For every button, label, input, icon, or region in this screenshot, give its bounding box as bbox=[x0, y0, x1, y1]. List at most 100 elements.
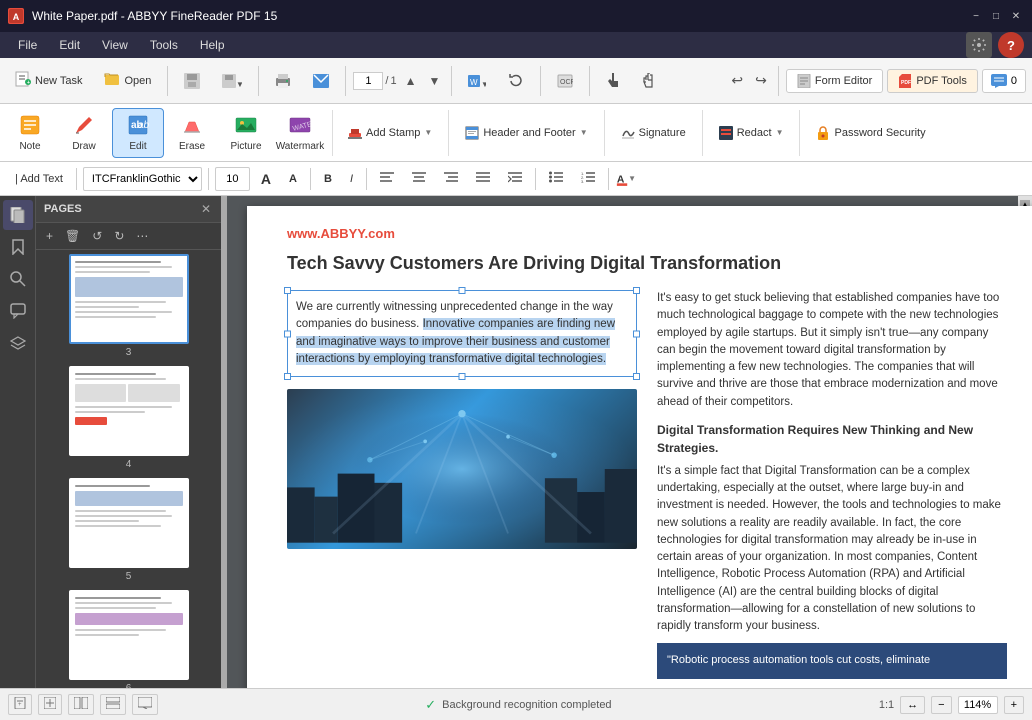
hand-tool[interactable] bbox=[597, 63, 629, 99]
zoom-out-btn[interactable]: − bbox=[931, 696, 951, 714]
section-heading: Digital Transformation Requires New Thin… bbox=[657, 421, 1007, 457]
menu-file[interactable]: File bbox=[8, 35, 47, 55]
save-as-button[interactable]: ▼ bbox=[213, 63, 251, 99]
watermark-tool[interactable]: WATER Watermark bbox=[274, 108, 326, 158]
handle-bl[interactable] bbox=[284, 373, 291, 380]
save-button[interactable] bbox=[175, 63, 209, 99]
align-center-button[interactable] bbox=[405, 168, 433, 189]
font-selector[interactable]: ITCFranklinGothic bbox=[83, 167, 202, 191]
minimize-button[interactable]: − bbox=[968, 8, 984, 24]
sidebar-bookmarks-icon[interactable] bbox=[3, 232, 33, 262]
undo-button[interactable]: ↩ bbox=[727, 70, 747, 91]
edit-tool[interactable]: abab Edit bbox=[112, 108, 164, 158]
redo-button[interactable]: ↪ bbox=[751, 70, 771, 91]
sidebar-comments-icon[interactable] bbox=[3, 296, 33, 326]
maximize-button[interactable]: □ bbox=[988, 8, 1004, 24]
new-page-btn[interactable]: + bbox=[8, 694, 32, 715]
split-view-btn[interactable] bbox=[68, 694, 94, 715]
header-footer-button[interactable]: Header and Footer ▼ bbox=[456, 115, 596, 151]
page-thumb-4[interactable]: 4 bbox=[40, 366, 217, 470]
menu-view[interactable]: View bbox=[92, 35, 138, 55]
svg-text:PDF: PDF bbox=[901, 80, 911, 86]
sidebar-search-icon[interactable] bbox=[3, 264, 33, 294]
rotate-page-btn2[interactable]: ↻ bbox=[110, 227, 128, 245]
right-sep3 bbox=[702, 110, 703, 156]
menu-tools[interactable]: Tools bbox=[140, 35, 188, 55]
refresh-button[interactable] bbox=[499, 63, 533, 99]
handle-tl[interactable] bbox=[284, 287, 291, 294]
add-stamp-button[interactable]: Add Stamp ▼ bbox=[339, 115, 441, 151]
handle-tm[interactable] bbox=[459, 287, 466, 294]
picture-tool[interactable]: Picture bbox=[220, 108, 272, 158]
new-page-icon: + bbox=[14, 697, 26, 709]
recognition-status: Background recognition completed bbox=[442, 699, 611, 711]
scroll-mode-btn[interactable] bbox=[100, 694, 126, 715]
draw-tool[interactable]: Draw bbox=[58, 108, 110, 158]
selected-text-box[interactable]: We are currently witnessing unprecedente… bbox=[287, 290, 637, 377]
handle-mr[interactable] bbox=[633, 330, 640, 337]
pan-tool[interactable] bbox=[633, 63, 667, 99]
settings-icon[interactable] bbox=[966, 32, 992, 58]
signature-button[interactable]: Signature bbox=[612, 115, 695, 151]
ocr-button[interactable]: OCR bbox=[548, 63, 582, 99]
sidebar-pages-icon[interactable] bbox=[3, 200, 33, 230]
open-button[interactable]: Open bbox=[95, 63, 160, 99]
delete-page-btn[interactable]: 🗑 bbox=[61, 227, 84, 245]
pdf-tools-button[interactable]: PDF PDF Tools bbox=[887, 69, 978, 93]
page-input[interactable]: 1 bbox=[353, 72, 383, 90]
new-task-button[interactable]: + New Task bbox=[6, 63, 91, 99]
bold-button[interactable]: B bbox=[317, 170, 339, 188]
sidebar-layers-icon[interactable] bbox=[3, 328, 33, 358]
handle-br[interactable] bbox=[633, 373, 640, 380]
text-color-button[interactable]: A ▼ bbox=[615, 168, 637, 190]
email-button[interactable] bbox=[304, 63, 338, 99]
export-button[interactable]: W▼ bbox=[459, 63, 495, 99]
font-size-up[interactable]: A bbox=[254, 168, 278, 190]
page-thumb-6[interactable]: 6 bbox=[40, 590, 217, 688]
add-page-btn[interactable]: + bbox=[42, 227, 57, 245]
font-size-input[interactable]: 10 bbox=[215, 167, 250, 191]
right-para-1: It's easy to get stuck believing that es… bbox=[657, 290, 1007, 411]
password-security-button[interactable]: Password Security bbox=[807, 115, 934, 151]
pages-close-button[interactable]: ✕ bbox=[199, 202, 213, 216]
fit-page-btn[interactable] bbox=[38, 694, 62, 715]
monitor-btn[interactable] bbox=[132, 694, 158, 715]
more-options-btn[interactable]: ⋯ bbox=[132, 227, 152, 245]
fit-width-btn[interactable]: ↔ bbox=[900, 696, 925, 714]
print-button[interactable] bbox=[266, 63, 300, 99]
zoom-in-btn[interactable]: + bbox=[1004, 696, 1024, 714]
align-right-button[interactable] bbox=[437, 168, 465, 189]
help-icon[interactable]: ? bbox=[998, 32, 1024, 58]
add-stamp-label: Add Stamp bbox=[366, 127, 420, 139]
align-left-button[interactable] bbox=[373, 168, 401, 189]
menu-edit[interactable]: Edit bbox=[49, 35, 90, 55]
sep6 bbox=[589, 66, 590, 96]
close-button[interactable]: ✕ bbox=[1008, 8, 1024, 24]
zoom-input[interactable]: 114% bbox=[958, 696, 998, 714]
font-size-down[interactable]: A bbox=[282, 170, 304, 188]
page-navigation: 1 / 1 bbox=[353, 72, 396, 90]
page-thumb-3[interactable]: 3 bbox=[40, 254, 217, 358]
comment-button[interactable]: 0 bbox=[982, 69, 1026, 93]
rotate-page-btn[interactable]: ↺ bbox=[88, 227, 106, 245]
page-total: 1 bbox=[390, 75, 396, 87]
next-page-button[interactable]: ▼ bbox=[424, 72, 444, 90]
erase-tool[interactable]: Erase bbox=[166, 108, 218, 158]
handle-bm[interactable] bbox=[459, 373, 466, 380]
numbered-list-button[interactable]: 1.2.3. bbox=[574, 168, 602, 189]
align-justify-button[interactable] bbox=[469, 168, 497, 189]
indent-button[interactable] bbox=[501, 168, 529, 189]
handle-ml[interactable] bbox=[284, 330, 291, 337]
menu-help[interactable]: Help bbox=[190, 35, 235, 55]
handle-tr[interactable] bbox=[633, 287, 640, 294]
bullet-list-button[interactable] bbox=[542, 168, 570, 189]
add-text-button[interactable]: | Add Text bbox=[8, 170, 70, 188]
fmt-sep4 bbox=[366, 168, 367, 190]
prev-page-button[interactable]: ▲ bbox=[401, 72, 421, 90]
redact-button[interactable]: Redact ▼ bbox=[710, 115, 793, 151]
page-thumb-5[interactable]: 5 bbox=[40, 478, 217, 582]
status-text: ✓ Background recognition completed bbox=[166, 697, 871, 713]
italic-button[interactable]: I bbox=[343, 170, 360, 188]
form-editor-button[interactable]: Form Editor bbox=[786, 69, 883, 93]
note-tool[interactable]: Note bbox=[4, 108, 56, 158]
